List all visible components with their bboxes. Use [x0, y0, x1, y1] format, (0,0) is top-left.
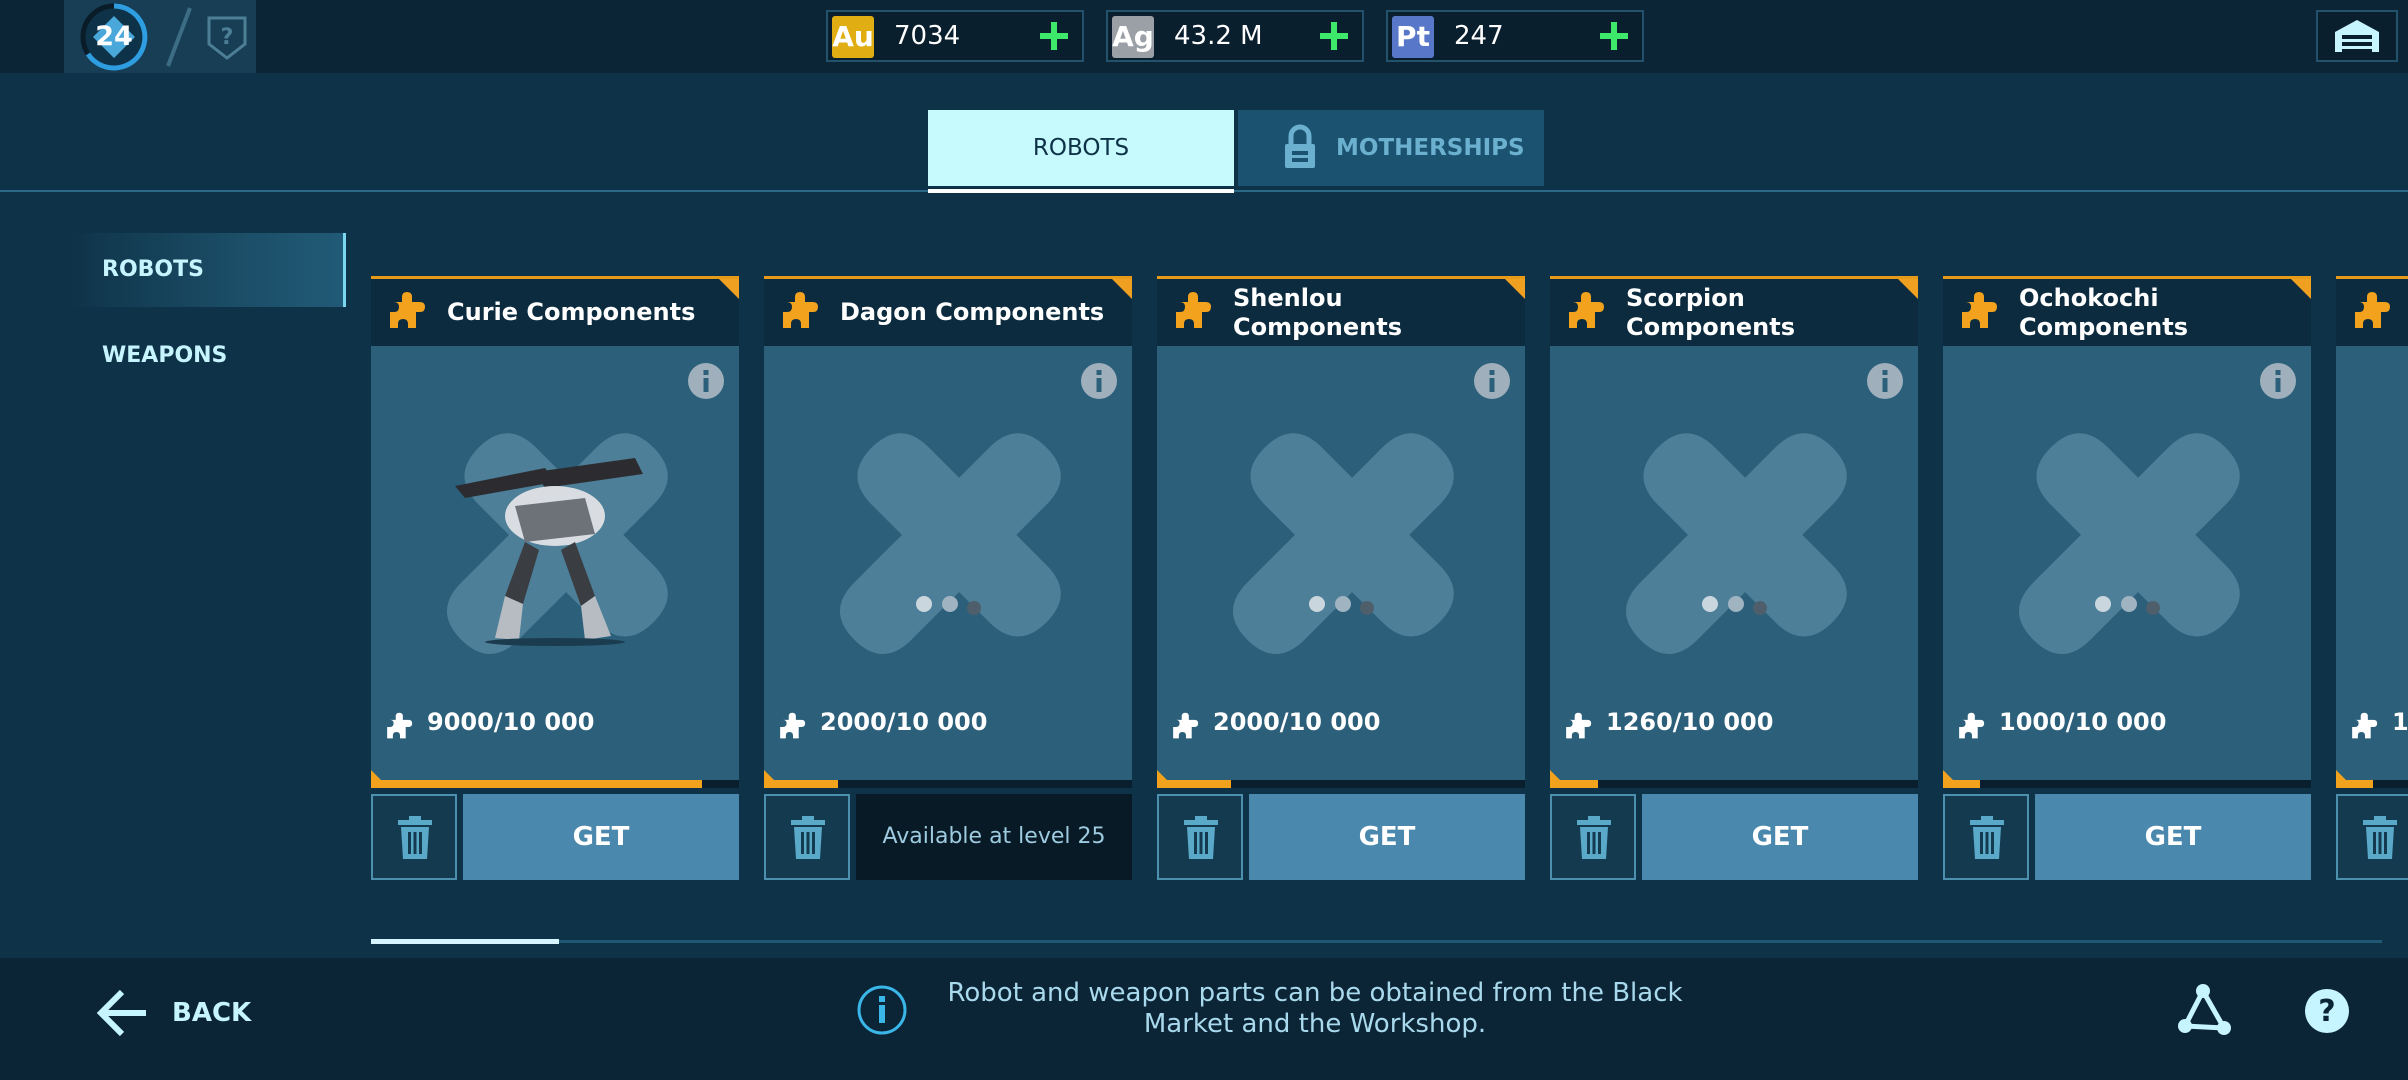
progress-bar — [371, 780, 739, 788]
back-arrow-icon — [96, 989, 146, 1037]
robot-image — [455, 458, 643, 646]
share-icon[interactable] — [2176, 981, 2234, 1039]
get-button[interactable]: GET — [463, 794, 739, 880]
card-header: Scorpion Components — [1550, 276, 1918, 346]
get-button[interactable]: GET — [1642, 794, 1918, 880]
component-progress: 9000/10 000 — [427, 708, 595, 736]
get-button[interactable]: GET — [1249, 794, 1525, 880]
card-title: Shenlou Components — [1233, 283, 1402, 341]
loading-dots — [916, 596, 981, 615]
component-progress: 2000/10 000 — [820, 708, 988, 736]
card-header: Ochokochi Components — [1943, 276, 2311, 346]
disassemble-button[interactable] — [371, 794, 457, 880]
puzzle-icon — [1569, 292, 1604, 328]
info-message: Robot and weapon parts can be obtained f… — [947, 978, 1683, 1039]
component-card[interactable]: Scorpion Components 1260/10 000 GET — [1550, 276, 1918, 880]
card-title: Curie Components — [447, 298, 696, 326]
info-icon[interactable] — [687, 362, 725, 400]
help-icon[interactable]: ? — [2304, 988, 2350, 1034]
progress-notch — [1550, 770, 1562, 782]
loading-dots — [1702, 596, 1767, 615]
card-header: Dagon Components — [764, 276, 1132, 346]
card-header: Curie Components — [371, 276, 739, 346]
loading-dots — [1309, 596, 1374, 615]
puzzle-icon — [2352, 712, 2378, 739]
trash-icon — [1577, 816, 1611, 859]
puzzle-placeholder-icon — [2019, 433, 2240, 654]
progress-notch — [2336, 770, 2348, 782]
component-progress: 2000/10 000 — [1213, 708, 1381, 736]
trash-icon — [1184, 816, 1218, 859]
disassemble-button[interactable] — [764, 794, 850, 880]
component-card[interactable]: Curie Components 9000/10 000 GET — [371, 276, 739, 880]
card-header — [2336, 276, 2408, 346]
puzzle-icon — [2355, 292, 2390, 328]
progress-notch — [1943, 770, 1955, 782]
progress-notch — [371, 770, 383, 782]
disassemble-button[interactable] — [1550, 794, 1636, 880]
card-body: 2000/10 000 — [764, 346, 1132, 784]
progress-notch — [764, 770, 776, 782]
trash-icon — [2363, 816, 2397, 859]
progress-bar — [1157, 780, 1525, 788]
puzzle-icon — [387, 712, 413, 739]
puzzle-icon — [780, 712, 806, 739]
progress-bar — [1943, 780, 2311, 788]
puzzle-icon — [1173, 712, 1199, 739]
get-button[interactable]: GET — [2035, 794, 2311, 880]
available-at-level-label: Available at level 25 — [856, 794, 1132, 880]
card-body: 1260/10 000 — [1550, 346, 1918, 784]
back-button[interactable]: BACK — [96, 980, 296, 1046]
puzzle-icon — [1959, 712, 1985, 739]
info-icon[interactable] — [1866, 362, 1904, 400]
puzzle-icon — [1962, 292, 1997, 328]
component-card[interactable]: Shenlou Components 2000/10 000 GET — [1157, 276, 1525, 880]
card-title: Ochokochi Components — [2019, 283, 2188, 341]
horizontal-scroll-thumb[interactable] — [371, 939, 559, 944]
component-card[interactable]: 1 — [2336, 276, 2408, 880]
info-icon[interactable] — [1080, 362, 1118, 400]
card-title: Scorpion Components — [1626, 283, 1795, 341]
puzzle-placeholder-icon — [840, 433, 1061, 654]
puzzle-placeholder-icon — [2356, 382, 2408, 710]
horizontal-scroll-track[interactable] — [371, 940, 2382, 943]
trash-icon — [791, 816, 825, 859]
info-icon — [857, 985, 907, 1035]
info-icon[interactable] — [2259, 362, 2297, 400]
progress-bar-fill — [371, 780, 703, 788]
component-progress: 1 — [2392, 708, 2408, 736]
card-body: 2000/10 000 — [1157, 346, 1525, 784]
trash-icon — [1970, 816, 2004, 859]
progress-bar — [1550, 780, 1918, 788]
card-body: 1000/10 000 — [1943, 346, 2311, 784]
puzzle-icon — [390, 292, 425, 328]
component-card[interactable]: Dagon Components 2000/10 000 Available a… — [764, 276, 1132, 880]
puzzle-placeholder-icon — [1626, 433, 1847, 654]
progress-notch — [1157, 770, 1169, 782]
puzzle-icon — [783, 292, 818, 328]
card-header: Shenlou Components — [1157, 276, 1525, 346]
progress-bar — [764, 780, 1132, 788]
component-progress: 1000/10 000 — [1999, 708, 2167, 736]
card-title: Dagon Components — [840, 298, 1105, 326]
component-card-list: Curie Components 9000/10 000 GET Dagon C… — [0, 0, 2408, 1080]
back-label: BACK — [172, 998, 252, 1028]
card-body: 1 — [2336, 346, 2408, 784]
disassemble-button[interactable] — [1943, 794, 2029, 880]
component-progress: 1260/10 000 — [1606, 708, 1774, 736]
puzzle-icon — [1176, 292, 1211, 328]
component-card[interactable]: Ochokochi Components 1000/10 000 GET — [1943, 276, 2311, 880]
loading-dots — [2095, 596, 2160, 615]
trash-icon — [398, 816, 432, 859]
card-body: 9000/10 000 — [371, 346, 739, 784]
puzzle-icon — [1566, 712, 1592, 739]
puzzle-placeholder-icon — [1233, 433, 1454, 654]
disassemble-button[interactable] — [1157, 794, 1243, 880]
disassemble-button[interactable] — [2336, 794, 2408, 880]
svg-text:?: ? — [2318, 994, 2335, 1029]
info-icon[interactable] — [1473, 362, 1511, 400]
